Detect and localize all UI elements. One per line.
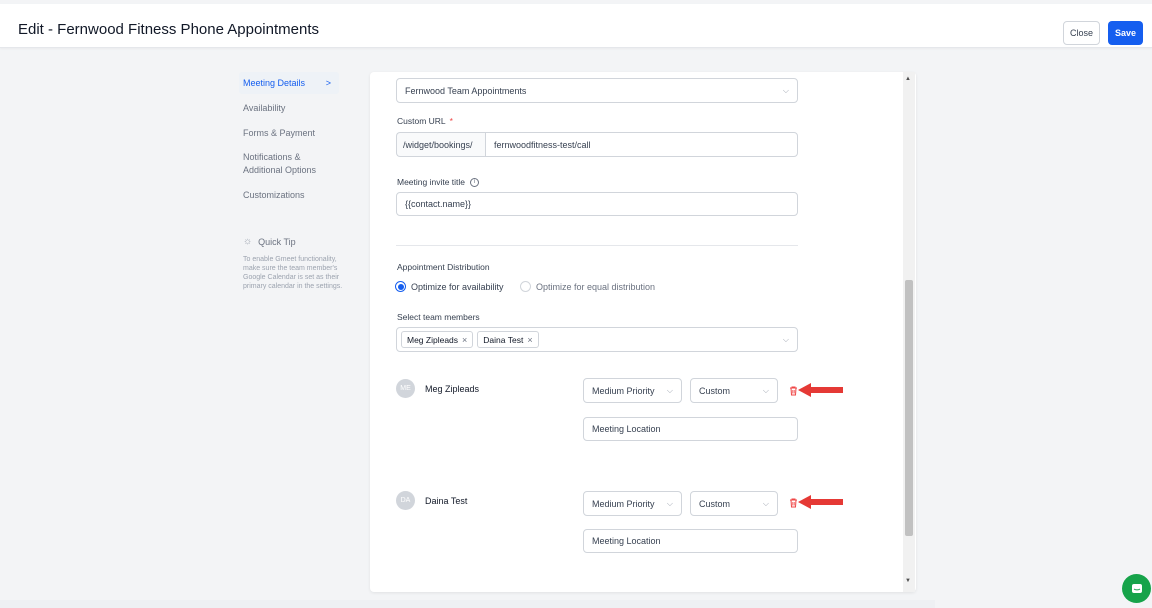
info-icon[interactable]: i (470, 177, 480, 187)
page-title: Edit - Fernwood Fitness Phone Appointmen… (18, 21, 319, 38)
sidebar-item-notifications[interactable]: Notifications & Additional Options (239, 147, 339, 181)
radio-selected-icon (395, 281, 406, 292)
radio-optimize-availability[interactable]: Optimize for availability (395, 281, 504, 292)
section-divider (396, 245, 798, 246)
close-button[interactable]: Close (1063, 21, 1100, 45)
close-icon[interactable]: × (527, 335, 532, 345)
save-button[interactable]: Save (1108, 21, 1143, 45)
sidebar-item-meeting-details[interactable]: Meeting Details > (239, 72, 339, 94)
team-select-value: Fernwood Team Appointments (405, 85, 527, 96)
priority-select[interactable]: Medium Priority ⌵ (583, 491, 682, 516)
radio-optimize-equal[interactable]: Optimize for equal distribution (520, 281, 655, 292)
sidebar-item-customizations[interactable]: Customizations (239, 184, 339, 206)
close-icon[interactable]: × (462, 335, 467, 345)
settings-sidebar: Meeting Details > Availability Forms & P… (239, 72, 339, 209)
chevron-down-icon: ⌵ (782, 334, 789, 344)
avatar: ME (396, 379, 415, 398)
meeting-location-input[interactable]: Meeting Location (583, 529, 798, 553)
team-members-label: Select team members (397, 312, 480, 322)
member-chip[interactable]: Meg Zipleads × (401, 331, 474, 348)
avatar: DA (396, 491, 415, 510)
member-name: Daina Test (425, 496, 468, 506)
quick-tip: ☼ Quick Tip To enable Gmeet functionalit… (243, 236, 343, 291)
quick-tip-title: Quick Tip (258, 236, 296, 247)
sidebar-item-label: Customizations (243, 189, 305, 200)
member-chip[interactable]: Daina Test × (477, 331, 539, 348)
chevron-down-icon: ⌵ (762, 385, 769, 395)
location-type-select[interactable]: Custom ⌵ (690, 378, 778, 403)
annotation-arrow-icon (798, 383, 844, 397)
sidebar-item-availability[interactable]: Availability (239, 97, 339, 119)
scrollbar[interactable]: ▲ ▼ (903, 72, 915, 592)
chevron-down-icon: ⌵ (782, 85, 789, 95)
header-bar: Edit - Fernwood Fitness Phone Appointmen… (0, 4, 1152, 48)
team-select[interactable]: Fernwood Team Appointments ⌵ (396, 78, 798, 103)
chevron-down-icon: ⌵ (762, 498, 769, 508)
scroll-up-icon[interactable]: ▲ (905, 76, 911, 82)
custom-url-input[interactable]: fernwoodfitness-test/call (485, 132, 798, 157)
custom-url-label: Custom URL * (397, 116, 453, 126)
sidebar-item-label: Notifications & Additional Options (243, 152, 317, 175)
required-marker: * (449, 116, 453, 126)
chevron-down-icon: ⌵ (666, 385, 673, 395)
member-name: Meg Zipleads (425, 384, 480, 394)
chevron-down-icon: ⌵ (666, 498, 673, 508)
sidebar-item-label: Forms & Payment (243, 127, 316, 138)
chat-icon[interactable] (1122, 574, 1151, 603)
scroll-down-icon[interactable]: ▼ (905, 578, 911, 584)
scrollbar-thumb[interactable] (905, 280, 913, 536)
sidebar-item-forms-payment[interactable]: Forms & Payment (239, 122, 339, 144)
chevron-right-icon: > (325, 77, 331, 88)
quick-tip-text: To enable Gmeet functionality, make sure… (243, 256, 343, 290)
custom-url-prefix: /widget/bookings/ (396, 132, 485, 157)
trash-icon[interactable] (788, 497, 798, 508)
meeting-location-input[interactable]: Meeting Location (583, 417, 798, 441)
sidebar-item-label: Availability (243, 102, 286, 113)
radio-unselected-icon (520, 281, 531, 292)
invite-title-label: Meeting invite title i (397, 177, 480, 187)
distribution-label: Appointment Distribution (397, 262, 490, 272)
lightbulb-icon: ☼ (243, 236, 253, 247)
invite-title-input[interactable]: {{contact.name}} (396, 192, 798, 216)
bottom-strip (0, 600, 935, 608)
priority-select[interactable]: Medium Priority ⌵ (583, 378, 682, 403)
annotation-arrow-icon (798, 495, 844, 509)
sidebar-item-label: Meeting Details (243, 77, 306, 88)
team-members-select[interactable]: Meg Zipleads × Daina Test × ⌵ (396, 327, 798, 352)
trash-icon[interactable] (788, 385, 798, 396)
location-type-select[interactable]: Custom ⌵ (690, 491, 778, 516)
